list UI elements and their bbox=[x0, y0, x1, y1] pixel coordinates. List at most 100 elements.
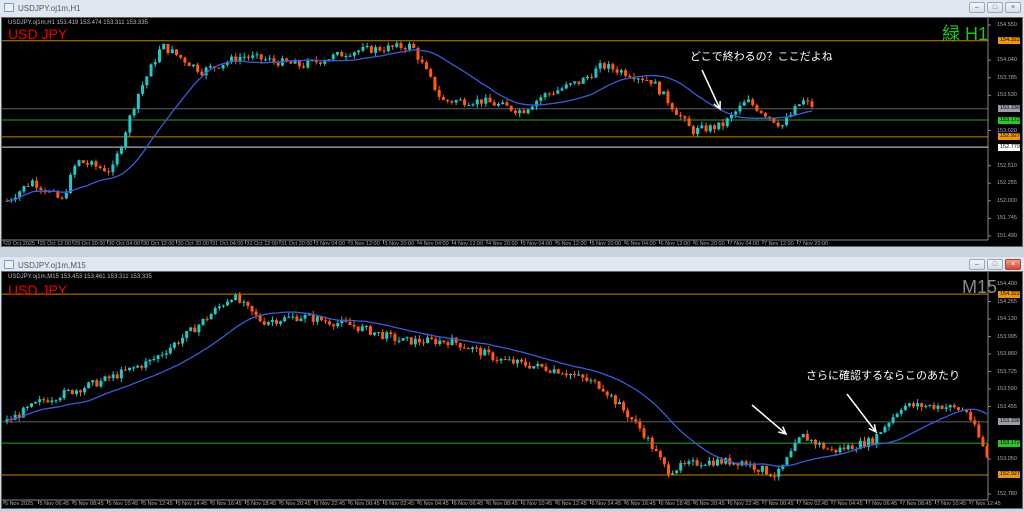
candle-body bbox=[630, 417, 634, 420]
time-axis-label: 29 Oct 12:00 bbox=[39, 241, 72, 247]
candle-body bbox=[646, 437, 650, 439]
candle-body bbox=[209, 313, 213, 320]
time-axis-label: 7 Nov 10:45 bbox=[936, 501, 967, 507]
candle-body bbox=[197, 324, 201, 333]
candle-body bbox=[509, 105, 513, 111]
time-axis-label: 6 Nov 16:45 bbox=[626, 501, 656, 507]
minimize-button[interactable]: – bbox=[969, 259, 985, 270]
time-axis-label: 5 Nov 08:45 bbox=[74, 501, 104, 507]
candle-body bbox=[756, 469, 760, 472]
candle-body bbox=[479, 347, 483, 356]
candle-body bbox=[725, 118, 729, 127]
candle-body bbox=[687, 118, 691, 127]
candle-body bbox=[177, 342, 180, 344]
candle-body bbox=[429, 69, 433, 77]
candle-body bbox=[70, 389, 74, 394]
price-level-tag: 154.322 bbox=[998, 290, 1020, 298]
time-axis-label: 31 Oct 20:00 bbox=[281, 241, 313, 247]
h1-title-bar[interactable]: USDJPY.oj1m,H1 bbox=[0, 0, 1024, 16]
candle-body bbox=[230, 300, 234, 302]
candle-body bbox=[548, 370, 552, 373]
time-axis-label: 5 Nov 20:00 bbox=[591, 241, 622, 247]
candle-body bbox=[717, 122, 721, 130]
candle-body bbox=[891, 416, 895, 423]
candle-body bbox=[540, 363, 544, 367]
candle-body bbox=[585, 76, 589, 79]
candle-body bbox=[158, 49, 162, 63]
candle-body bbox=[683, 116, 687, 119]
candle-body bbox=[242, 56, 246, 58]
time-axis-label: 6 Nov 10:45 bbox=[522, 501, 553, 507]
close-button[interactable]: × bbox=[1005, 2, 1021, 13]
minimize-button[interactable]: – bbox=[969, 2, 985, 13]
time-axis-label: 7 Nov 08:45 bbox=[902, 501, 932, 507]
candle-body bbox=[973, 420, 977, 425]
candle-body bbox=[311, 314, 315, 322]
candle-body bbox=[42, 399, 46, 401]
symbol-label: USD JPY bbox=[8, 26, 68, 42]
maximize-button[interactable]: □ bbox=[987, 2, 1003, 13]
h1-chart-area[interactable]: 154.322 153.336 153.172 152.927 152.779 154.5… bbox=[1, 17, 1023, 247]
candle-body bbox=[430, 337, 434, 339]
candle-body bbox=[611, 64, 615, 70]
candle-body bbox=[601, 388, 605, 392]
candle-body bbox=[607, 64, 611, 69]
candle-body bbox=[111, 374, 115, 379]
candle-body bbox=[437, 89, 441, 97]
candle-body bbox=[268, 58, 272, 60]
candle-body bbox=[969, 411, 973, 421]
candle-body bbox=[483, 349, 487, 356]
time-axis-label: 7 Nov 04:45 bbox=[833, 501, 863, 507]
candle-body bbox=[903, 405, 907, 410]
price-axis-label: 154.400 bbox=[997, 281, 1017, 287]
candle-body bbox=[87, 382, 91, 389]
time-axis-label: 4 Nov 12:00 bbox=[453, 241, 484, 247]
candle-body bbox=[409, 337, 413, 345]
candle-body bbox=[846, 445, 850, 450]
time-axis-label: 7 Nov 04:00 bbox=[729, 241, 760, 247]
candle-body bbox=[597, 381, 601, 389]
candle-body bbox=[738, 105, 742, 112]
candle-body bbox=[136, 365, 140, 368]
candle-body bbox=[755, 105, 759, 111]
candle-body bbox=[187, 62, 191, 67]
time-axis-label: 30 Oct 12:00 bbox=[143, 241, 175, 247]
candle-body bbox=[99, 380, 103, 387]
candle-body bbox=[826, 448, 830, 450]
time-axis-label: 29 Oct 2025 bbox=[5, 241, 35, 247]
price-axis-label: 153.725 bbox=[997, 368, 1017, 375]
candle-body bbox=[60, 197, 64, 199]
candle-body bbox=[368, 326, 372, 335]
candle-body bbox=[609, 395, 613, 397]
candle-body bbox=[193, 327, 197, 333]
candle-body bbox=[270, 320, 274, 323]
price-level-tag: 152.927 bbox=[998, 133, 1020, 141]
annotation-text: どこで終わるの？ここだよね bbox=[690, 51, 833, 63]
time-axis-label: 7 Nov 12:00 bbox=[764, 241, 794, 247]
m15-chart-area[interactable]: 154.322 153.336 153.172 152.927 154.400 154.2… bbox=[1, 271, 1023, 509]
candle-body bbox=[25, 406, 29, 408]
candle-body bbox=[924, 405, 928, 407]
close-button[interactable]: × bbox=[1005, 259, 1021, 270]
candle-body bbox=[981, 437, 985, 447]
candle-body bbox=[145, 76, 149, 86]
restore-button[interactable]: □ bbox=[987, 259, 1003, 270]
time-axis-label: 6 Nov 04:00 bbox=[626, 241, 656, 247]
candle-body bbox=[331, 54, 335, 60]
time-axis-label: 6 Nov 20:45 bbox=[695, 501, 725, 507]
candle-body bbox=[149, 64, 153, 77]
candle-body bbox=[115, 374, 119, 379]
candle-body bbox=[183, 57, 187, 63]
candle-body bbox=[81, 160, 85, 164]
price-axis-label: 154.130 bbox=[997, 316, 1017, 322]
candle-body bbox=[535, 100, 539, 107]
candle-body bbox=[119, 146, 123, 154]
candle-body bbox=[315, 316, 319, 322]
candle-body bbox=[369, 46, 373, 53]
candle-body bbox=[107, 376, 111, 379]
price-axis-label: 153.785 bbox=[997, 74, 1017, 81]
candle-body bbox=[344, 56, 348, 58]
candle-body bbox=[789, 451, 793, 458]
h1-window-controls: – □ × bbox=[969, 2, 1021, 13]
candle-body bbox=[254, 311, 258, 315]
